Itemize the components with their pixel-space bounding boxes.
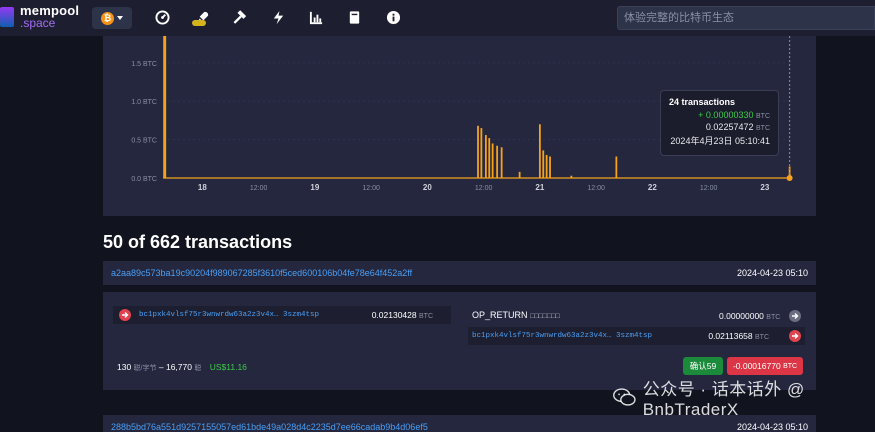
txid-link[interactable]: a2aa89c573ba19c90204f989067285f3610f5ced… (111, 268, 412, 278)
y-tick-label: 0.5 BTC (131, 138, 157, 145)
input-address-link[interactable]: bc1pxk4vlsf75r3wnwrdw63a2z3v4x… 3szm4tsp (139, 311, 319, 319)
search-input[interactable]: 体验完整的比特币生态 (617, 6, 875, 30)
y-tick-label: 0.0 BTC (131, 176, 157, 183)
rocket-icon[interactable] (192, 9, 210, 26)
arrow-right-icon[interactable] (789, 330, 801, 342)
fee-info: 130 聪/字节 – 16,770 聪 US$11.16 (117, 362, 247, 372)
op-return-amount: 0.00000000 BTC (719, 311, 781, 321)
chart-bar[interactable] (542, 150, 545, 178)
chart-bar[interactable] (538, 124, 541, 178)
y-tick-label: 1.5 BTC (131, 61, 157, 68)
watermark-text: 公众号 · 话本话外 @ BnbTraderX (642, 379, 805, 419)
x-tick-label: 12:00 (700, 185, 718, 192)
chart-bar[interactable] (496, 145, 499, 178)
x-tick-label: 12:00 (362, 185, 380, 192)
network-selector[interactable]: ₿ (92, 7, 132, 29)
watermark: 公众号 · 话本话外 @ BnbTraderX (612, 380, 875, 419)
logo-subtext: .space (20, 16, 56, 30)
tx-input-row: bc1pxk4vlsf75r3wnwrdw63a2z3v4x… 3szm4tsp… (113, 306, 451, 324)
accelerator-badge (192, 20, 206, 26)
hover-dot (786, 175, 793, 181)
tooltip-plus: + 0.00000330 BTC (698, 110, 770, 120)
x-tick-label: 12:00 (475, 185, 493, 192)
address-balance-chart: 1.5 BTC 1.0 BTC 0.5 BTC 0.0 BTC 18 12:00 19 12:… (103, 36, 816, 216)
op-return-output: OP_RETURN □□□□□□□ (472, 310, 560, 320)
hammer-icon[interactable] (231, 9, 247, 25)
tooltip-total: 0.02257472 BTC (705, 122, 770, 132)
chart-bar[interactable] (545, 154, 548, 178)
chart-bar[interactable] (488, 138, 491, 178)
chart-icon[interactable] (308, 9, 324, 25)
output-address-link[interactable]: bc1pxk4vlsf75r3wnwrdw63a2z3v4x… 3szm4tsp (472, 332, 652, 340)
x-tick-label: 19 (310, 183, 319, 192)
x-tick-label: 22 (648, 183, 657, 192)
input-amount: 0.02130428 BTC (371, 310, 433, 320)
chart-bar[interactable] (164, 36, 167, 178)
balance-delta-button[interactable]: -0.00016770 BTC (727, 357, 803, 375)
tx-timestamp: 2024-04-23 05:10 (736, 268, 808, 278)
chevron-down-icon (117, 16, 123, 20)
tooltip-count: 24 transactions (669, 97, 736, 107)
arrow-right-icon[interactable] (119, 309, 131, 321)
arrow-right-icon[interactable] (789, 310, 801, 322)
chart-bar[interactable] (500, 147, 503, 178)
dashboard-icon[interactable] (154, 9, 170, 25)
chart-bar[interactable] (480, 128, 483, 178)
tx-output-row: bc1pxk4vlsf75r3wnwrdw63a2z3v4x… 3szm4tsp… (468, 327, 805, 345)
chart-bar[interactable] (491, 143, 494, 178)
chart-bar[interactable] (615, 156, 618, 178)
y-tick-label: 1.0 BTC (131, 99, 157, 106)
x-tick-label: 21 (535, 183, 544, 192)
mempool-logo[interactable]: mempool .space (0, 2, 90, 32)
lightning-icon[interactable] (270, 9, 286, 25)
chart-bar[interactable] (549, 156, 551, 178)
transactions-heading: 50 of 662 transactions (103, 232, 293, 252)
txid-link[interactable]: 288b5bd76a551d9257155057ed61bde49a028d4c… (111, 422, 428, 432)
x-tick-label: 12:00 (587, 185, 605, 192)
book-icon[interactable] (346, 9, 362, 25)
tx-timestamp: 2024-04-23 05:10 (736, 422, 808, 432)
tooltip-time: 2024年4月23日 05:10:41 (670, 136, 770, 146)
tx-header-row: a2aa89c573ba19c90204f989067285f3610f5ced… (103, 261, 816, 285)
top-navbar: mempool .space ₿ 体验完整的比特币生态 (0, 0, 875, 36)
x-tick-label: 23 (760, 183, 769, 192)
wechat-icon (613, 388, 636, 406)
fee-usd: US$11.16 (209, 362, 247, 372)
output-amount: 0.02113658 BTC (708, 331, 769, 341)
x-tick-label: 12:00 (250, 185, 268, 192)
x-tick-label: 18 (198, 183, 207, 192)
info-icon[interactable] (385, 9, 401, 25)
chart-bar[interactable] (477, 125, 479, 178)
chart-tooltip: 24 transactions + 0.00000330 BTC 0.02257… (660, 90, 779, 156)
logo-mark-icon (0, 7, 14, 27)
chart-bar[interactable] (518, 171, 521, 178)
chart-bar[interactable] (484, 135, 487, 178)
bitcoin-icon: ₿ (101, 11, 114, 25)
x-tick-label: 20 (423, 183, 432, 192)
confirmations-button[interactable]: 确认59 (683, 357, 723, 375)
